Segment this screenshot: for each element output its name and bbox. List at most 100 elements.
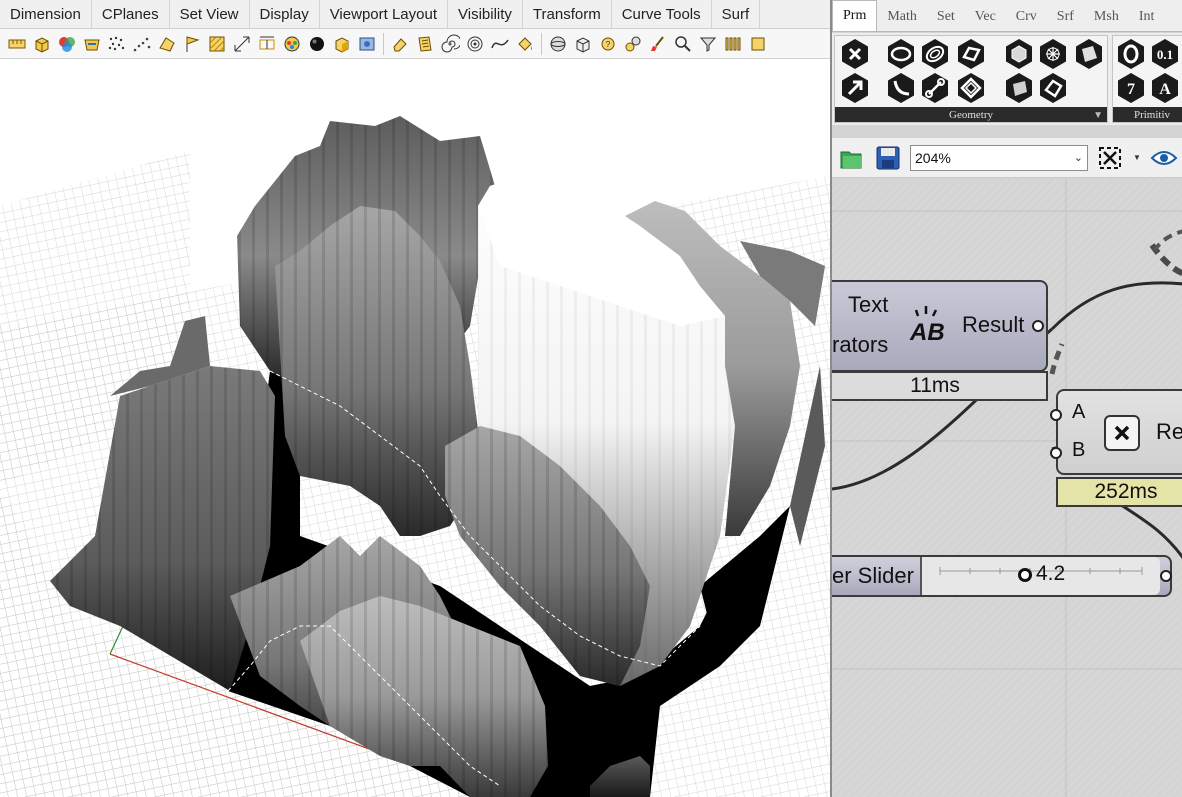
number-slider-label: er Slider [832,563,914,588]
param-plane-icon[interactable] [958,73,984,103]
columns-icon[interactable] [722,33,744,55]
tab-vector[interactable]: Vec [965,3,1006,31]
number-slider[interactable]: er Slider 4.2 [832,555,1172,597]
point-cloud-icon[interactable] [106,33,128,55]
svg-text:0.1: 0.1 [1157,47,1173,62]
operator-input-a: A [1072,401,1086,423]
dimension-icon[interactable] [256,33,278,55]
param-boolean-icon[interactable] [1118,39,1144,69]
filter-icon[interactable] [697,33,719,55]
layer-icon[interactable] [81,33,103,55]
render-window-icon[interactable] [356,33,378,55]
operator-input-b-port[interactable] [1050,447,1062,459]
save-file-icon[interactable] [874,144,902,172]
chevron-down-icon: ⌄ [1073,152,1083,164]
box-icon[interactable] [31,33,53,55]
tab-display[interactable]: Display [250,0,320,28]
flag-icon[interactable] [181,33,203,55]
param-circular-arc-icon[interactable] [922,39,948,69]
sphere-icon[interactable] [547,33,569,55]
target-icon[interactable] [464,33,486,55]
tab-set-view[interactable]: Set View [170,0,250,28]
param-box-icon[interactable] [1006,39,1032,69]
param-text-icon[interactable]: A [1152,73,1178,103]
tab-transform[interactable]: Transform [523,0,612,28]
color-circles-icon[interactable] [281,33,303,55]
tab-params[interactable]: Prm [832,0,878,31]
operator-component[interactable]: A B Re [1050,389,1182,475]
toolbar-separator [541,32,542,55]
cube-icon[interactable] [572,33,594,55]
zoom-icon[interactable] [672,33,694,55]
points-icon[interactable] [131,33,153,55]
number-slider-output-port[interactable] [1160,570,1172,582]
tab-dimension[interactable]: Dimension [0,0,92,28]
tab-cplanes[interactable]: CPlanes [92,0,170,28]
grasshopper-window: Prm Math Set Vec Crv Srf Msh Int Geometr… [830,0,1182,797]
param-number-icon[interactable]: 0.1 [1152,39,1178,69]
number-slider-grip[interactable] [1018,568,1032,582]
operator-input-a-port[interactable] [1050,409,1062,421]
ribbon-panel-primitive-label: Primitiv [1113,107,1182,122]
solid-shape-icon[interactable] [156,33,178,55]
tab-curve-tools[interactable]: Curve Tools [612,0,712,28]
text-join-output-port[interactable] [1032,320,1044,332]
gear-tools-icon[interactable] [622,33,644,55]
param-mesh-icon[interactable] [1040,39,1066,69]
panel-expand-icon[interactable]: ▼ [1093,110,1103,121]
param-rectangle-icon[interactable] [958,39,984,69]
tab-sets[interactable]: Set [927,3,965,31]
overflow-icon[interactable] [747,33,769,55]
color-wheel-icon[interactable] [56,33,78,55]
spiral-icon[interactable] [439,33,461,55]
param-circle-icon[interactable] [888,39,914,69]
open-file-icon[interactable] [838,144,866,172]
param-integer-icon[interactable]: 7 [1118,73,1144,103]
sheet-icon[interactable] [414,33,436,55]
grasshopper-canvas[interactable]: Text rators AB Result 11ms A B Re 252ms … [832,179,1182,797]
text-join-ab-icon: AB [906,302,952,348]
tab-mesh[interactable]: Msh [1084,3,1129,31]
param-curve-icon[interactable] [888,73,914,103]
param-vector-icon[interactable] [842,73,868,103]
svg-text:A: A [1159,81,1171,98]
rhino-window: Dimension CPlanes Set View Display Viewp… [0,0,830,797]
ruler-icon[interactable] [6,33,28,55]
tab-surface-tools[interactable]: Surf [712,0,761,28]
scale-arrows-icon[interactable] [231,33,253,55]
param-brep-icon[interactable] [1006,73,1032,103]
zoom-extents-icon[interactable] [1096,144,1124,172]
tab-viewport-layout[interactable]: Viewport Layout [320,0,448,28]
param-twisted-box-icon[interactable] [1040,73,1066,103]
param-line-icon[interactable] [922,73,948,103]
text-join-output-result: Result [962,312,1025,337]
tab-math[interactable]: Math [877,3,927,31]
param-geometry-icon[interactable] [842,39,868,69]
rhino-toolbar-tabs: Dimension CPlanes Set View Display Viewp… [0,0,830,29]
dropdown-arrow-icon[interactable]: ▼ [1132,144,1142,172]
text-join-component[interactable]: Text rators AB Result [832,280,1048,372]
tab-curve[interactable]: Crv [1006,3,1047,31]
grasshopper-tabs: Prm Math Set Vec Crv Srf Msh Int [832,0,1182,32]
named-view-icon[interactable]: ? [597,33,619,55]
hatch-icon[interactable] [206,33,228,55]
grasshopper-ribbon: Geometry ▼ 0.1 7 A Primitiv [832,33,1182,125]
perspective-viewport[interactable] [0,66,830,797]
number-slider-track[interactable]: 4.2 [920,557,1160,595]
preview-eye-icon[interactable] [1150,144,1178,172]
render-sphere-icon[interactable] [306,33,328,55]
brush-icon[interactable] [647,33,669,55]
ribbon-panel-geometry-label: Geometry [835,107,1107,122]
number-slider-value: 4.2 [1036,562,1066,585]
tab-visibility[interactable]: Visibility [448,0,523,28]
zoom-level-select[interactable]: 204% ⌄ [910,144,1088,171]
tab-surface[interactable]: Srf [1047,3,1084,31]
tab-intersect[interactable]: Int [1129,3,1165,31]
param-surface-icon[interactable] [1076,39,1102,69]
zoom-level-value: 204% [915,149,951,166]
operator-input-b: B [1072,439,1086,461]
eraser-icon[interactable] [389,33,411,55]
material-box-icon[interactable] [331,33,353,55]
paint-bucket-icon[interactable] [514,33,536,55]
curve-tool-icon[interactable] [489,33,511,55]
